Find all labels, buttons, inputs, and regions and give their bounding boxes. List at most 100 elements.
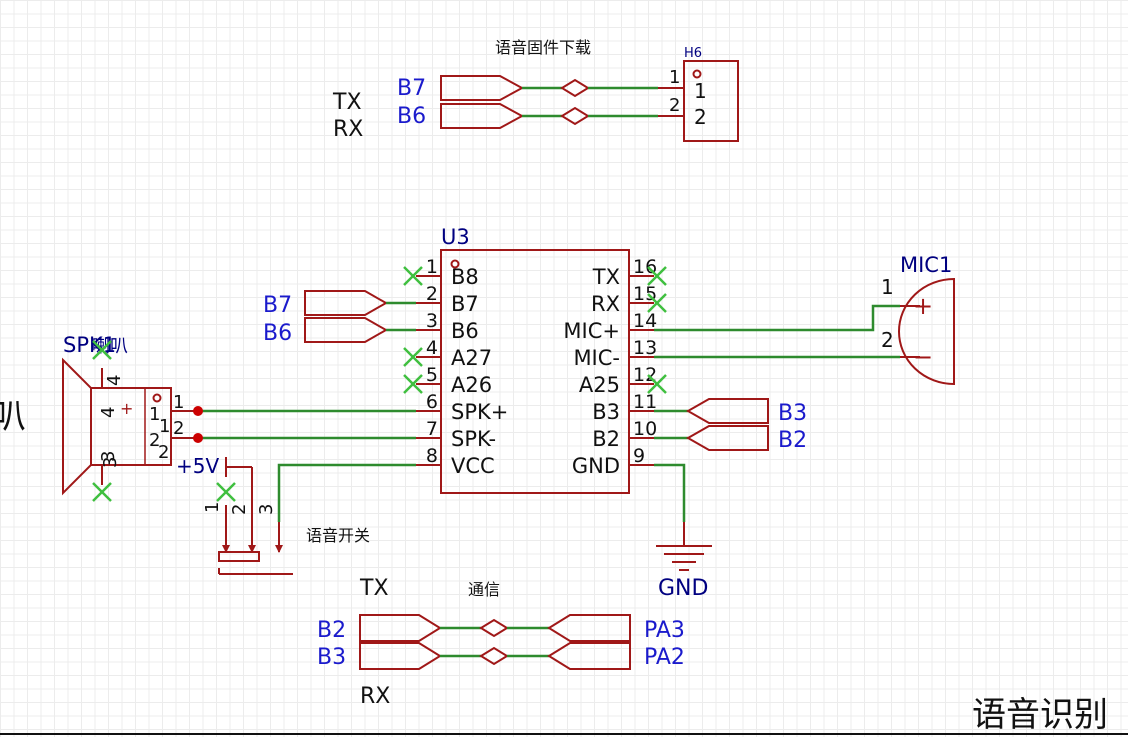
u3-pin-number-12: 12 [633,364,657,386]
u3-port-b2[interactable] [685,425,769,451]
comm-net-pa3: PA3 [644,618,685,643]
switch-group[interactable]: +5V 1 2 3 语音开关 [176,454,416,575]
h6-port-b7[interactable] [440,75,525,101]
comm-port-pa2[interactable] [547,642,631,670]
u3-pin-name-b6: B6 [451,319,479,343]
speaker-wire-pin-2: 2 [158,442,169,463]
speaker-wire-pin-2b: 2 [173,418,184,439]
u3-net-b7: B7 [263,293,292,318]
u3-pin-name-mic: MIC- [573,346,620,370]
comm-port-pa3[interactable] [547,614,631,642]
u3-pin-name-tx: TX [592,265,620,289]
comm-tx-label: TX [359,576,389,601]
h6-diamond-1 [560,78,590,98]
u3-pin-name-a25: A25 [579,373,620,397]
u3-pin-number-15: 15 [633,283,657,305]
comm-net-b3: B3 [317,645,346,670]
comm-group: 通信 TX RX B2 B3 PA3 PA2 [317,576,685,709]
u3-port-b6[interactable] [304,317,389,343]
comm-net-pa2: PA2 [644,645,685,670]
u3-net-b6: B6 [263,321,292,346]
speaker-pin-dot [152,393,162,403]
speaker-plus-sign: + [120,399,133,418]
mic1-minus-sign: − [913,343,933,371]
h6-pinname-1: 1 [694,79,707,103]
comm-port-b3[interactable] [359,642,442,670]
h6-caption: 语音固件下载 [495,38,591,57]
h6-pinname-2: 2 [694,105,707,129]
mic1-pin-1: 1 [881,275,894,299]
u3-pin-number-14: 14 [633,310,657,332]
comm-diamond-1 [479,618,509,638]
comm-caption: 通信 [468,580,500,599]
switch-body [218,551,260,562]
h6-tx-label: TX [332,90,362,115]
switch-caption: 语音开关 [306,526,370,545]
speaker-horn [62,357,92,496]
u3-pin-name-b2: B2 [592,427,620,451]
gnd-label: GND [658,576,708,601]
u3-pin-number-8: 8 [426,445,438,467]
u3-pin-name-b7: B7 [451,292,479,316]
u3-pin-number-6: 6 [426,391,438,413]
switch-pin-2: 2 [229,504,250,515]
junction-spk-plus [193,406,203,416]
h6-ref: H6 [684,46,702,61]
speaker-inner-pin-4: 4 [98,407,119,418]
u3-pin-name-spk: SPK- [451,427,496,451]
speaker-group[interactable]: + 喇叭 SPK1 4 3 4 1 2 3 1 2 1 2 [62,333,416,496]
h6-net-b6: B6 [397,104,426,129]
mic1-pin-2: 2 [881,328,894,352]
speaker-wire-pin-1b: 1 [159,416,170,437]
u3-pin-number-7: 7 [426,418,438,440]
clipped-label-fragment: 叭 [0,397,26,437]
u3-pin-name-b8: B8 [451,265,479,289]
h6-pin1-dot [692,69,702,79]
u3-pin-number-13: 13 [633,337,657,359]
u3-pin-name-gnd: GND [572,454,620,478]
u3-pin-name-vcc: VCC [451,454,495,478]
u3-pin-number-9: 9 [633,445,645,467]
comm-net-b2: B2 [317,618,346,643]
mic1-ref: MIC1 [900,253,952,277]
u3-pin-number-3: 3 [426,310,438,332]
mic1-group[interactable]: MIC1 1 2 + − [881,253,955,386]
u3-pin-name-rx: RX [591,292,620,316]
header-h6-group: 语音固件下载 TX RX B7 B6 H6 1 2 1 2 [332,38,739,142]
h6-net-b7: B7 [397,76,426,101]
u3-pin-name-a27: A27 [451,346,492,370]
switch-pin3-arrow [275,545,283,553]
h6-pinnum-2: 2 [669,95,680,116]
comm-diamond-2 [479,646,509,666]
speaker-wire-pin-1: 1 [173,392,184,413]
u3-pin-number-1: 1 [426,256,438,278]
speaker-inner-pin-3: 3 [98,451,119,462]
h6-pinnum-1: 1 [669,67,680,88]
u3-pin-name-b3: B3 [592,400,620,424]
junction-spk-minus [193,433,203,443]
wire-vcc [277,463,416,522]
u3-net-b3: B3 [778,401,807,426]
u3-pin-group: 1 B8 2 B7 3 B6 4 A27 5 A26 6 SPK+ 7 SPK- 8 VCC 16 TX 15 RX 1… [403,256,667,478]
h6-body[interactable] [683,60,739,142]
comm-rx-label: RX [360,684,390,709]
h6-port-b6[interactable] [440,103,525,129]
u3-pin-number-4: 4 [426,337,438,359]
wire-mic-plus [654,304,900,332]
speaker-outer-pin-4: 4 [104,375,125,386]
switch-pin-3: 3 [256,504,277,515]
u3-pin-name-mic: MIC+ [563,319,620,343]
u3-net-b2: B2 [778,428,807,453]
u3-pin-number-11: 11 [633,391,657,413]
sheet-title: 语音识别 [972,695,1108,735]
schematic-canvas: 语音识别 叭 语音固件下载 TX RX B7 B6 H6 1 2 1 2 U3 … [0,38,1128,735]
u3-pin-number-10: 10 [633,418,657,440]
h6-rx-label: RX [333,117,363,142]
u3-pin-name-a26: A26 [451,373,492,397]
comm-port-b2[interactable] [359,614,442,642]
u3-pin-number-2: 2 [426,283,438,305]
h6-diamond-2 [560,106,590,126]
u3-port-b3[interactable] [685,398,769,424]
u3-port-b7[interactable] [304,290,389,316]
mic1-plus-sign: + [913,292,933,320]
